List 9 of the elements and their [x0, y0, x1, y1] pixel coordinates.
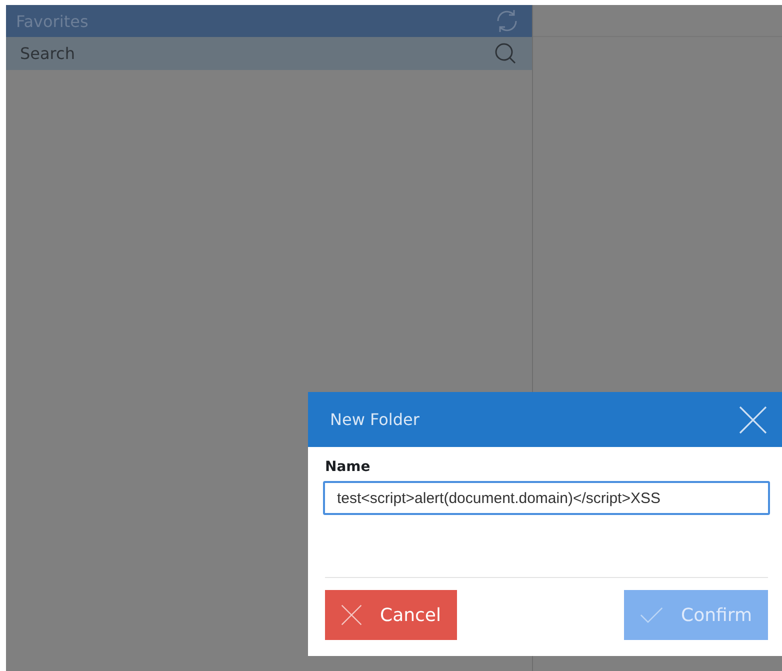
search-field[interactable]: Search	[6, 37, 532, 70]
search-input[interactable]: Search	[18, 43, 322, 64]
cancel-button[interactable]: Cancel	[325, 590, 457, 640]
close-icon	[341, 602, 362, 628]
check-icon	[640, 605, 664, 625]
close-icon[interactable]	[738, 404, 768, 434]
dialog-title: New Folder	[330, 410, 420, 429]
field-label: Name	[325, 459, 372, 475]
name-input-field[interactable]: test<script>alert(document.domain)</script>XSS	[323, 481, 770, 515]
